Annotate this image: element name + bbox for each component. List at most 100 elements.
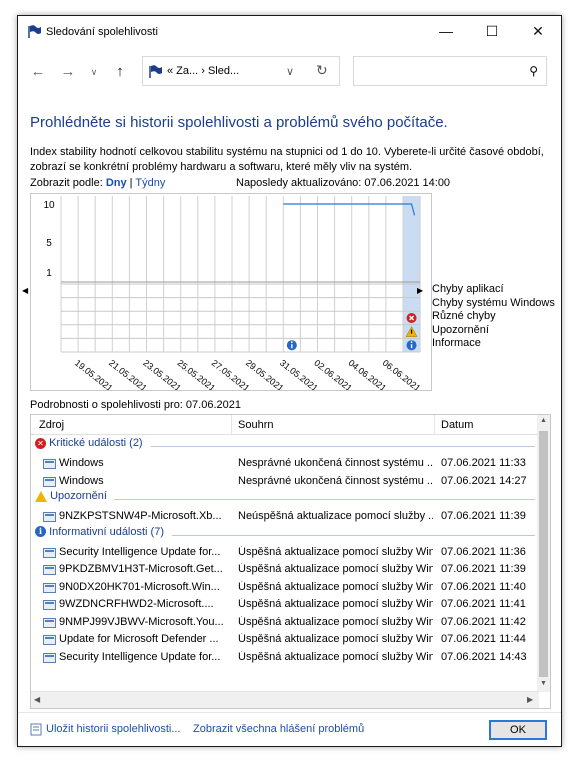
application-window-icon — [43, 476, 56, 487]
view-by-selector: Zobrazit podle: Dny | Týdny — [30, 177, 165, 189]
row-source: Security Intelligence Update for... — [59, 545, 221, 558]
table-row[interactable]: 9NMPJ99VJBWV-Microsoft.You... Úspěšná akt… — [31, 614, 539, 632]
stability-chart[interactable]: 10 5 1 19.05.2021 21.05.2021 23.05.2021 25.05.… — [30, 193, 432, 393]
row-source: 9WZDNCRFHWD2-Microsoft.... — [59, 598, 214, 610]
table-group-header[interactable]: ✕ Kritické události (2) — [35, 437, 535, 455]
row-source: 9PKDZBMV1H3T-Microsoft.Get... — [59, 563, 223, 575]
vertical-scrollbar[interactable]: ▲ ▼ — [537, 415, 550, 692]
application-window-icon — [43, 600, 56, 610]
close-button[interactable]: ✕ — [515, 16, 561, 46]
legend-item: Chyby systému Windows — [432, 296, 555, 309]
chart-scroll-right-icon[interactable]: ▶ — [417, 286, 423, 295]
application-window-icon — [43, 565, 56, 575]
document-icon — [30, 723, 42, 736]
group-divider — [172, 534, 535, 536]
row-date: 07.06.2021 11:42 — [441, 615, 526, 628]
application-window-icon — [43, 459, 56, 469]
scroll-left-icon[interactable]: ◀ — [34, 695, 40, 704]
legend-item: Různé chyby — [432, 310, 496, 322]
show-all-reports-link[interactable]: Zobrazit všechna hlášení problémů — [193, 723, 364, 735]
row-source: Update for Microsoft Defender ... — [59, 633, 219, 645]
table-group-header[interactable]: Upozornění — [35, 490, 535, 508]
row-source: Security Intelligence Update for... — [59, 650, 221, 663]
warning-icon — [35, 490, 47, 502]
recent-locations-chevron-icon[interactable]: ∨ — [84, 62, 104, 82]
table-row[interactable]: 9N0DX20HK701-Microsoft.Win... Úspěšná akt… — [31, 579, 539, 597]
column-divider[interactable] — [231, 415, 232, 435]
save-history-link[interactable]: Uložit historii spolehlivosti... — [46, 723, 181, 735]
info-icon-dot — [290, 341, 293, 344]
search-input[interactable]: ⚲ — [353, 56, 547, 86]
horizontal-scrollbar[interactable]: ◀ ▶ — [31, 691, 539, 708]
row-date: 07.06.2021 11:44 — [441, 633, 526, 645]
application-window-icon — [43, 652, 56, 663]
breadcrumb[interactable]: « Za... › Sled... — [167, 65, 239, 77]
forward-arrow-icon[interactable]: → — [58, 62, 78, 82]
column-header-summary[interactable]: Souhrn — [238, 419, 273, 431]
row-date: 07.06.2021 11:39 — [441, 563, 526, 575]
group-title: Informativní události (7) — [49, 525, 164, 538]
info-icon-dot — [410, 341, 413, 344]
table-row[interactable]: 9NZKPSTSNW4P-Microsoft.Xb... Neúspěšná ak… — [31, 508, 539, 526]
row-summary: Úspěšná aktualizace pomocí služby Win... — [238, 650, 433, 663]
ok-button[interactable]: OK — [489, 720, 547, 740]
column-divider[interactable] — [434, 415, 435, 435]
scroll-up-icon[interactable]: ▲ — [537, 417, 550, 424]
row-source: 9N0DX20HK701-Microsoft.Win... — [59, 580, 220, 593]
navigation-bar: ← → ∨ ↑ « Za... › Sled... ∨ ↻ ⚲ — [18, 54, 561, 90]
row-source: 9NZKPSTSNW4P-Microsoft.Xb... — [59, 510, 222, 522]
table-row[interactable]: 9PKDZBMV1H3T-Microsoft.Get... Úspěšná akt… — [31, 561, 539, 579]
legend-item: Upozornění — [432, 323, 489, 336]
view-by-days-link[interactable]: Dny — [106, 177, 127, 189]
application-window-icon — [43, 635, 56, 645]
table-group-header[interactable]: i Informativní události (7) — [35, 525, 535, 544]
table-row[interactable]: Windows Nesprávné ukončená činnost systém… — [31, 455, 539, 473]
search-icon[interactable]: ⚲ — [529, 64, 538, 78]
info-icon: i — [35, 526, 46, 538]
minimize-button[interactable]: — — [423, 16, 469, 46]
legend-item: Informace — [432, 337, 481, 349]
page-description: Index stability hodnotí celkovou stabili… — [30, 146, 544, 173]
table-row[interactable]: Security Intelligence Update for... Úspěš… — [31, 649, 539, 667]
row-summary: Úspěšná aktualizace pomocí služby Win... — [238, 563, 433, 575]
group-title: Kritické události (2) — [49, 437, 143, 449]
application-window-icon — [43, 547, 56, 558]
row-summary: Nesprávné ukončená činnost systému ... — [238, 457, 433, 469]
reliability-details-table: Zdroj Souhrn Datum ✕ Kritické události (… — [30, 414, 551, 709]
table-row[interactable]: 9WZDNCRFHWD2-Microsoft.... Úspěšná aktual… — [31, 596, 539, 614]
view-by-weeks-link[interactable]: Týdny — [135, 177, 165, 189]
stability-chart-svg[interactable]: 105119.05.202121.05.202123.05.202125.05.… — [31, 194, 431, 393]
table-row[interactable]: Security Intelligence Update for... Úspěš… — [31, 544, 539, 562]
column-header-source[interactable]: Zdroj — [39, 419, 64, 431]
scrollbar-thumb[interactable] — [539, 431, 548, 677]
reliability-monitor-window: Sledování spolehlivosti — ☐ ✕ ← → ∨ ↑ « … — [17, 15, 562, 747]
legend-item: Chyby aplikací — [432, 283, 504, 295]
y-tick-label: 1 — [46, 268, 52, 279]
row-source: Windows — [59, 457, 104, 469]
row-date: 07.06.2021 11:36 — [441, 545, 526, 558]
title-bar: Sledování spolehlivosti — ☐ ✕ — [18, 16, 561, 46]
back-arrow-icon[interactable]: ← — [28, 62, 48, 82]
view-by-label: Zobrazit podle: — [30, 177, 103, 189]
application-window-icon — [43, 617, 56, 628]
last-updated: Naposledy aktualizováno: 07.06.2021 14:0… — [236, 177, 451, 189]
column-header-date[interactable]: Datum — [441, 419, 473, 431]
address-bar[interactable]: « Za... › Sled... ∨ ↻ — [142, 56, 340, 86]
group-divider — [114, 499, 535, 500]
row-summary: Neúspěšná aktualizace pomocí služby ... — [238, 510, 433, 522]
row-source: 9NMPJ99VJBWV-Microsoft.You... — [59, 615, 224, 628]
chart-legend: Chyby aplikací Chyby systému Windows Růz… — [432, 283, 555, 351]
maximize-button[interactable]: ☐ — [469, 16, 515, 46]
scroll-down-icon[interactable]: ▼ — [537, 680, 550, 687]
table-row[interactable]: Windows Nesprávné ukončená činnost systém… — [31, 473, 539, 491]
chart-scroll-left-icon[interactable]: ◀ — [22, 286, 28, 295]
row-summary: Úspěšná aktualizace pomocí služby Win... — [238, 615, 433, 628]
address-dropdown-chevron-icon[interactable]: ∨ — [286, 65, 294, 78]
refresh-icon[interactable]: ↻ — [316, 62, 328, 79]
table-header: Zdroj Souhrn Datum — [31, 415, 539, 435]
scroll-right-icon[interactable]: ▶ — [527, 695, 533, 704]
application-window-icon — [43, 582, 56, 593]
page-title: Prohlédněte si historii spolehlivosti a … — [30, 114, 448, 131]
up-arrow-icon[interactable]: ↑ — [110, 62, 130, 82]
table-row[interactable]: Update for Microsoft Defender ... Úspěšná… — [31, 631, 539, 649]
